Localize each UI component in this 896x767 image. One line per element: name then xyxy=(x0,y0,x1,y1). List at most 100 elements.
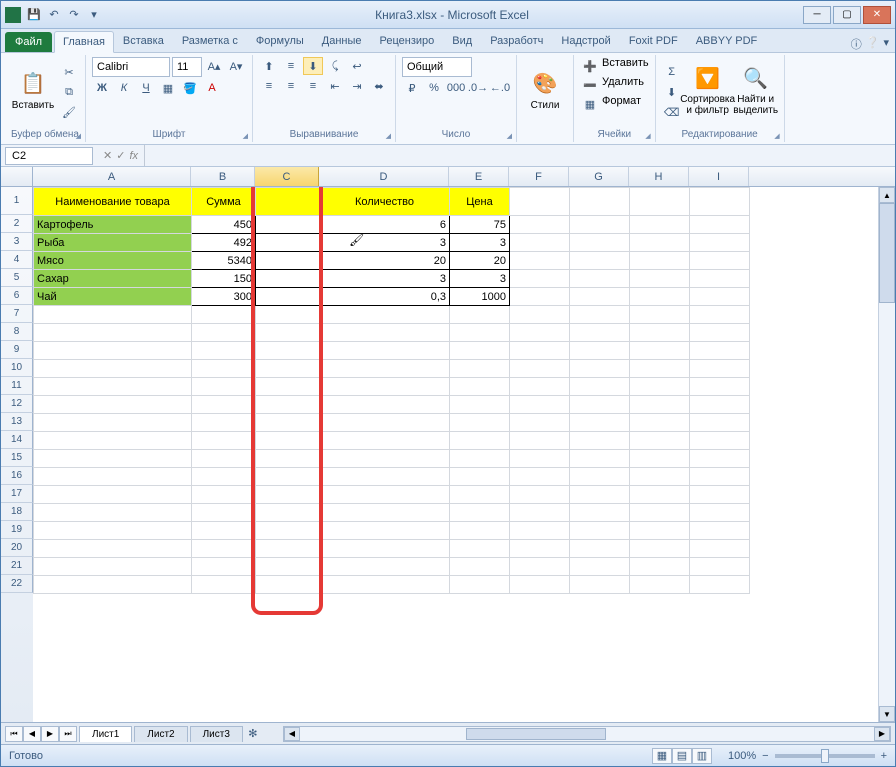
cell-E13[interactable] xyxy=(450,414,510,432)
cut-icon[interactable]: ✂ xyxy=(59,63,79,81)
autosum-icon[interactable]: Σ xyxy=(662,63,682,81)
column-header-C[interactable]: C xyxy=(255,167,319,186)
cell-D11[interactable] xyxy=(320,378,450,396)
row-header-22[interactable]: 22 xyxy=(1,575,33,593)
cell-C14[interactable] xyxy=(256,432,320,450)
row-header-9[interactable]: 9 xyxy=(1,341,33,359)
hscroll-thumb[interactable] xyxy=(466,728,606,740)
cell-I17[interactable] xyxy=(690,486,750,504)
row-header-7[interactable]: 7 xyxy=(1,305,33,323)
cell-C1[interactable] xyxy=(256,188,320,216)
cell-F20[interactable] xyxy=(510,540,570,558)
align-bottom-icon[interactable]: ⬇ xyxy=(303,57,323,75)
cell-H19[interactable] xyxy=(630,522,690,540)
cell-A22[interactable] xyxy=(34,576,192,594)
cell-I6[interactable] xyxy=(690,288,750,306)
column-header-D[interactable]: D xyxy=(319,167,449,186)
vscroll-thumb[interactable] xyxy=(879,203,895,303)
cell-F14[interactable] xyxy=(510,432,570,450)
cell-I18[interactable] xyxy=(690,504,750,522)
cell-B4[interactable]: 5340 xyxy=(192,252,256,270)
cell-F9[interactable] xyxy=(510,342,570,360)
underline-button[interactable]: Ч xyxy=(136,79,156,97)
cell-H21[interactable] xyxy=(630,558,690,576)
currency-icon[interactable]: ₽ xyxy=(402,79,422,97)
row-header-18[interactable]: 18 xyxy=(1,503,33,521)
fill-color-icon[interactable]: 🪣 xyxy=(180,79,200,97)
cell-F4[interactable] xyxy=(510,252,570,270)
minimize-button[interactable]: ─ xyxy=(803,6,831,24)
cell-D12[interactable] xyxy=(320,396,450,414)
row-header-6[interactable]: 6 xyxy=(1,287,33,305)
cell-F2[interactable] xyxy=(510,216,570,234)
cell-D21[interactable] xyxy=(320,558,450,576)
row-header-13[interactable]: 13 xyxy=(1,413,33,431)
cell-D19[interactable] xyxy=(320,522,450,540)
formula-input[interactable] xyxy=(144,145,895,166)
tab-review[interactable]: Рецензиро xyxy=(371,30,444,52)
cell-H2[interactable] xyxy=(630,216,690,234)
tab-layout[interactable]: Разметка с xyxy=(173,30,247,52)
row-header-2[interactable]: 2 xyxy=(1,215,33,233)
decrease-decimal-icon[interactable]: ←.0 xyxy=(490,79,510,97)
cell-A20[interactable] xyxy=(34,540,192,558)
undo-icon[interactable]: ↶ xyxy=(45,6,63,24)
cell-F11[interactable] xyxy=(510,378,570,396)
cell-E10[interactable] xyxy=(450,360,510,378)
row-header-12[interactable]: 12 xyxy=(1,395,33,413)
cell-E22[interactable] xyxy=(450,576,510,594)
cell-D2[interactable]: 6 xyxy=(320,216,450,234)
cell-E2[interactable]: 75 xyxy=(450,216,510,234)
cell-C3[interactable] xyxy=(256,234,320,252)
cell-I15[interactable] xyxy=(690,450,750,468)
first-sheet-icon[interactable]: ⏮ xyxy=(5,726,23,742)
sort-filter-button[interactable]: 🔽 Сортировка и фильтр xyxy=(686,57,730,123)
cell-E19[interactable] xyxy=(450,522,510,540)
zoom-knob[interactable] xyxy=(821,749,829,763)
accept-formula-icon[interactable]: ✓ xyxy=(116,149,125,162)
cell-E21[interactable] xyxy=(450,558,510,576)
cell-D14[interactable] xyxy=(320,432,450,450)
cell-B6[interactable]: 300 xyxy=(192,288,256,306)
cell-E3[interactable]: 3 xyxy=(450,234,510,252)
maximize-button[interactable]: ▢ xyxy=(833,6,861,24)
cell-B3[interactable]: 492 xyxy=(192,234,256,252)
cell-C7[interactable] xyxy=(256,306,320,324)
cell-B8[interactable] xyxy=(192,324,256,342)
cell-I20[interactable] xyxy=(690,540,750,558)
cell-H11[interactable] xyxy=(630,378,690,396)
cell-D4[interactable]: 20 xyxy=(320,252,450,270)
cell-E18[interactable] xyxy=(450,504,510,522)
cell-G20[interactable] xyxy=(570,540,630,558)
cell-D7[interactable] xyxy=(320,306,450,324)
column-header-E[interactable]: E xyxy=(449,167,509,186)
last-sheet-icon[interactable]: ⏭ xyxy=(59,726,77,742)
cell-E1[interactable]: Цена xyxy=(450,188,510,216)
cell-I3[interactable] xyxy=(690,234,750,252)
cell-G13[interactable] xyxy=(570,414,630,432)
cell-B1[interactable]: Сумма xyxy=(192,188,256,216)
font-size-select[interactable]: 11 xyxy=(172,57,202,77)
sheet-tab-2[interactable]: Лист2 xyxy=(134,726,187,742)
cell-G14[interactable] xyxy=(570,432,630,450)
help-icon[interactable]: ❔ xyxy=(866,36,880,52)
cell-A3[interactable]: Рыба xyxy=(34,234,192,252)
row-header-16[interactable]: 16 xyxy=(1,467,33,485)
sheet-tab-1[interactable]: Лист1 xyxy=(79,726,132,742)
paste-button[interactable]: 📋 Вставить xyxy=(11,57,55,123)
cell-H1[interactable] xyxy=(630,188,690,216)
cell-F17[interactable] xyxy=(510,486,570,504)
row-header-15[interactable]: 15 xyxy=(1,449,33,467)
cell-G22[interactable] xyxy=(570,576,630,594)
increase-decimal-icon[interactable]: .0→ xyxy=(468,79,488,97)
column-header-H[interactable]: H xyxy=(629,167,689,186)
row-header-14[interactable]: 14 xyxy=(1,431,33,449)
name-box[interactable]: C2 xyxy=(5,147,93,165)
tab-data[interactable]: Данные xyxy=(313,30,371,52)
cell-A19[interactable] xyxy=(34,522,192,540)
cell-I12[interactable] xyxy=(690,396,750,414)
row-header-4[interactable]: 4 xyxy=(1,251,33,269)
cell-D8[interactable] xyxy=(320,324,450,342)
cell-I7[interactable] xyxy=(690,306,750,324)
percent-icon[interactable]: % xyxy=(424,79,444,97)
